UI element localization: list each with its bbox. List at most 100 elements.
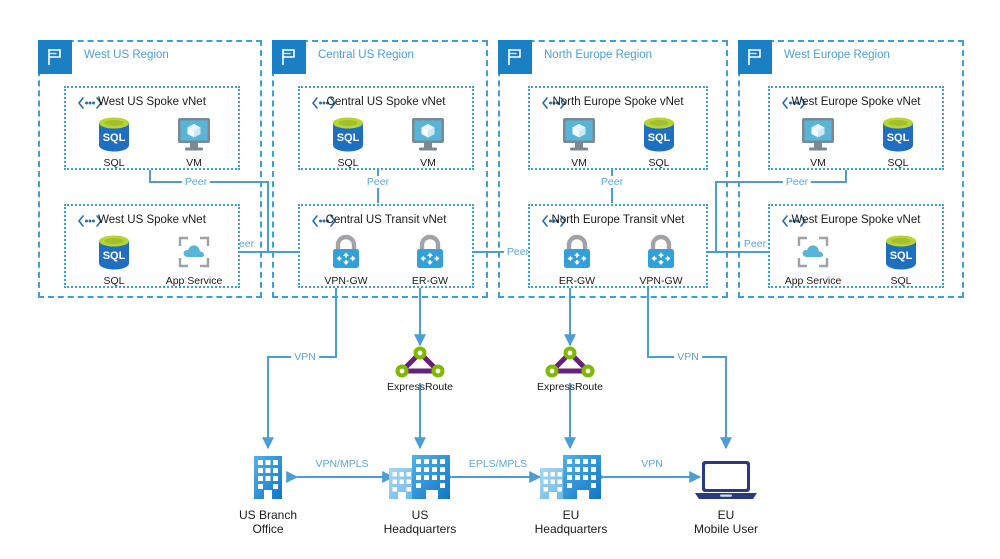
vnet-central-us-spoke[interactable]: Central US Spoke vNet SQL SQL VM <box>298 86 474 170</box>
resource-sql[interactable]: SQL SQL <box>83 232 145 287</box>
wire-vpn-ne-mobile <box>647 285 732 450</box>
resource-vm[interactable]: VM <box>163 114 225 169</box>
site-eu-headquarters[interactable]: EU Headquarters <box>516 449 626 536</box>
resource-label-vpn-gateway: VPN-GW <box>324 275 368 287</box>
expressroute-gateway-icon <box>399 232 461 272</box>
resource-app-service[interactable]: App Service <box>782 232 844 287</box>
vnet-title-central-us-transit: Central US Transit vNet <box>325 214 447 226</box>
expressroute-gateway-icon <box>546 232 608 272</box>
vnet-central-us-transit[interactable]: Central US Transit vNet VPN-GW ER-GW <box>298 204 474 288</box>
vnet-icon <box>540 95 568 111</box>
flag-icon <box>38 40 72 74</box>
vnet-west-europe-spoke-2[interactable]: West Europe Spoke vNet App Service SQL S… <box>768 204 944 288</box>
expressroute-icon <box>375 345 465 379</box>
expressroute-icon <box>525 345 615 379</box>
region-title-north-europe: North Europe Region <box>544 49 653 61</box>
virtual-machine-icon <box>163 114 225 154</box>
resource-label-vm: VM <box>810 157 826 169</box>
sql-database-icon: SQL <box>867 114 929 154</box>
site-eu-mobile-user[interactable]: EU Mobile User <box>671 449 781 536</box>
laptop-icon <box>671 449 781 503</box>
sql-database-icon: SQL <box>83 232 145 272</box>
vnet-west-us-spoke[interactable]: West US Spoke vNet SQL SQL VM <box>64 86 240 170</box>
resource-sql[interactable]: SQL SQL <box>628 114 690 169</box>
region-west-us[interactable]: West US Region West US Spoke vNet SQL SQ… <box>38 40 262 298</box>
resource-vpn-gateway[interactable]: VPN-GW <box>315 232 377 287</box>
resource-sql[interactable]: SQL SQL <box>83 114 145 169</box>
expressroute-eu[interactable]: ExpressRoute <box>525 345 615 393</box>
sql-database-icon: SQL <box>83 114 145 154</box>
vnet-north-europe-transit[interactable]: North Europe Transit vNet ER-GW VPN-GW <box>528 204 708 288</box>
resource-label-vm: VM <box>571 157 587 169</box>
expressroute-us[interactable]: ExpressRoute <box>375 345 465 393</box>
virtual-machine-icon <box>397 114 459 154</box>
vnet-title-north-europe-spoke: North Europe Spoke vNet <box>552 96 684 108</box>
region-west-europe[interactable]: West Europe Region West Europe Spoke vNe… <box>738 40 964 298</box>
resource-label-sql: SQL <box>103 275 125 287</box>
region-north-europe[interactable]: North Europe Region North Europe Spoke v… <box>498 40 728 298</box>
svg-text:SQL: SQL <box>890 250 913 262</box>
office-building-icon <box>213 449 323 503</box>
resource-label-sql: SQL <box>890 275 912 287</box>
expressroute-label: ExpressRoute <box>387 381 453 393</box>
vnet-icon <box>76 213 104 229</box>
region-central-us[interactable]: Central US Region Central US Spoke vNet <box>272 40 488 298</box>
resource-label-sql: SQL <box>648 157 670 169</box>
virtual-machine-icon <box>548 114 610 154</box>
site-us-headquarters[interactable]: US Headquarters <box>365 449 475 536</box>
vnet-icon <box>76 95 104 111</box>
diagram-canvas: Peer Peer Peer Peer Peer Peer Peer VPN V… <box>0 0 1000 559</box>
resource-vm[interactable]: VM <box>548 114 610 169</box>
wire-label-vpn-ne-mobile: VPN <box>674 351 702 363</box>
flag-icon <box>272 40 306 74</box>
vnet-icon <box>780 213 808 229</box>
wire-label-vpn-central-branch: VPN <box>291 351 319 363</box>
vnet-title-north-europe-transit: North Europe Transit vNet <box>551 214 685 226</box>
vnet-title-west-us-spoke: West US Spoke vNet <box>98 96 206 108</box>
app-service-icon <box>782 232 844 272</box>
resource-sql[interactable]: SQL SQL <box>317 114 379 169</box>
flag-icon <box>738 40 772 74</box>
resource-label-er-gateway: ER-GW <box>411 275 449 287</box>
virtual-machine-icon <box>787 114 849 154</box>
site-label-eu-headquarters: EU Headquarters <box>534 508 608 536</box>
svg-text:SQL: SQL <box>887 132 910 144</box>
resource-vm[interactable]: VM <box>397 114 459 169</box>
resource-er-gateway[interactable]: ER-GW <box>399 232 461 287</box>
vnet-north-europe-spoke[interactable]: North Europe Spoke vNet VM SQL SQL <box>528 86 708 170</box>
vnet-west-europe-spoke[interactable]: West Europe Spoke vNet VM SQL SQL <box>768 86 944 170</box>
resource-label-app-service: App Service <box>165 275 223 287</box>
site-us-branch-office[interactable]: US Branch Office <box>213 449 323 536</box>
site-label-eu-mobile-user: EU Mobile User <box>693 508 759 536</box>
headquarters-building-icon <box>365 449 475 503</box>
resource-er-gateway[interactable]: ER-GW <box>546 232 608 287</box>
resource-label-app-service: App Service <box>784 275 842 287</box>
app-service-icon <box>163 232 225 272</box>
wire-label-vpn-euhq-mobile: VPN <box>638 458 666 470</box>
vnet-title-west-us-spoke-2: West US Spoke vNet <box>98 214 206 226</box>
headquarters-building-icon <box>516 449 626 503</box>
vnet-west-us-spoke-2[interactable]: West US Spoke vNet SQL SQL App Service <box>64 204 240 288</box>
resource-app-service[interactable]: App Service <box>163 232 225 287</box>
resource-label-vm: VM <box>420 157 436 169</box>
vnet-icon <box>540 213 568 229</box>
region-title-west-europe: West Europe Region <box>784 49 890 61</box>
resource-label-er-gateway: ER-GW <box>558 275 596 287</box>
vnet-icon <box>780 95 808 111</box>
resource-vpn-gateway[interactable]: VPN-GW <box>630 232 692 287</box>
site-label-us-branch-office: US Branch Office <box>238 508 298 536</box>
resource-label-sql: SQL <box>103 157 125 169</box>
sql-database-icon: SQL <box>317 114 379 154</box>
svg-text:SQL: SQL <box>648 132 671 144</box>
vnet-title-central-us-spoke: Central US Spoke vNet <box>326 96 446 108</box>
site-label-us-headquarters: US Headquarters <box>383 508 457 536</box>
region-title-west-us: West US Region <box>84 49 169 61</box>
vnet-icon <box>310 95 338 111</box>
vpn-gateway-icon <box>630 232 692 272</box>
resource-sql[interactable]: SQL SQL <box>870 232 932 287</box>
resource-vm[interactable]: VM <box>787 114 849 169</box>
resource-label-sql: SQL <box>337 157 359 169</box>
resource-sql[interactable]: SQL SQL <box>867 114 929 169</box>
flag-icon <box>498 40 532 74</box>
svg-text:SQL: SQL <box>337 132 360 144</box>
